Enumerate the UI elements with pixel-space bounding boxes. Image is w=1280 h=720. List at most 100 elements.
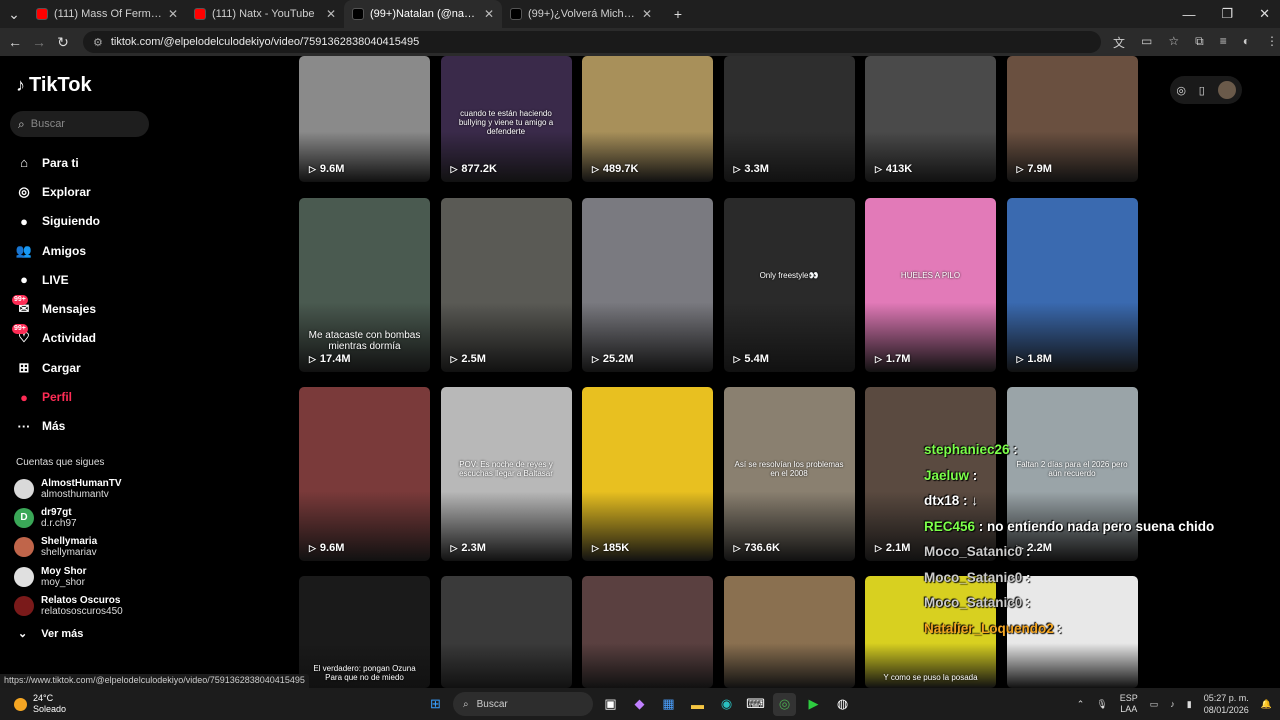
sidebar-item[interactable]: ⌂ Para ti [14,148,100,177]
tab-close-icon[interactable]: ✕ [168,7,178,21]
coins-icon[interactable]: ◎ [1176,84,1186,97]
view-count-value: 7.9M [1027,163,1052,175]
copilot-icon[interactable]: ◆ [628,693,651,716]
system-tray: ⌃ 🎙 ESP LAA ▭ ♪ ▮ 05:27 p. m. 08/01/2026… [1077,692,1272,716]
close-window-icon[interactable]: ✕ [1259,6,1270,22]
forward-icon[interactable]: → [27,34,51,50]
following-account[interactable]: Moy Shor moy_shor [14,562,123,591]
view-count: ▷ 1.8M [1017,353,1052,365]
view-count-value: 1.8M [1027,353,1052,365]
address-bar[interactable]: ⚙ tiktok.com/@elpelodelculodekiyo/video/… [83,31,1101,53]
video-card[interactable]: ▷ 489.7K [582,56,713,182]
microphone-icon[interactable]: 🎙 [1096,699,1107,710]
video-card[interactable]: Me atacaste con bombas mientras dormía ▷ 1… [299,198,430,372]
reload-icon[interactable]: ↻ [51,34,75,51]
video-card[interactable]: Only freestyle👀 ▷ 5.4M [723,198,855,372]
extensions-icon[interactable]: ⧉ [1195,34,1204,51]
video-card[interactable]: HUELES A PILO ▷ 1.7M [865,198,996,372]
minimize-icon[interactable]: — [1182,7,1195,22]
profile-icon[interactable]: ◐ [1243,34,1250,51]
tray-chevron-icon[interactable]: ⌃ [1077,699,1085,710]
video-card[interactable]: ▷ 7.9M [1006,56,1138,182]
weather-widget[interactable]: 24°C Soleado [14,693,66,715]
file-explorer-icon[interactable]: ▬ [686,693,709,716]
windows-start-icon[interactable]: ⊞ [424,693,447,716]
video-card[interactable] [723,576,855,688]
video-card[interactable]: ▷ 9.6M [299,387,430,561]
notifications-icon[interactable]: 🔔 [1261,699,1272,710]
language-indicator[interactable]: ESP LAA [1120,693,1138,715]
network-icon[interactable]: ▭ [1150,699,1159,710]
tiktok-logo[interactable]: ♪ TikTok [16,74,92,97]
tab-close-icon[interactable]: ✕ [642,7,652,21]
user-avatar[interactable] [1217,81,1236,99]
task-view-icon[interactable]: ▣ [599,693,622,716]
sidebar-item[interactable]: 👥 Amigos [14,236,100,265]
browser-tab[interactable]: (99+)¿Volverá Michu? - Perspe ✕ [502,0,660,28]
browser-tab[interactable]: (111) Mass Of Fermenting Dreg ✕ [28,0,186,28]
sidebar-item[interactable]: ··· Más [14,412,100,441]
video-card[interactable]: ▷ 9.6M [299,56,430,182]
sidebar-item[interactable]: ⊞ Cargar [14,353,100,382]
chevron-down-icon: ⌄ [18,628,28,640]
search-input[interactable]: ⌕ Buscar [10,111,149,137]
taskbar-apps: ⊞ ⌕ Buscar ▣ ◆ ▦ ▬ ◉ ⌨ ◎ ▶ ◍ [424,692,854,716]
taskbar-search[interactable]: ⌕ Buscar [453,692,593,716]
video-card[interactable]: ▷ 185K [582,387,713,561]
bookmark-star-icon[interactable]: ☆ [1168,34,1179,51]
translate-icon[interactable]: 文 [1113,34,1125,51]
reading-list-icon[interactable]: ≡ [1220,34,1227,51]
video-card[interactable]: ▷ 25.2M [582,198,713,372]
play-icon: ▷ [875,163,882,174]
edge-icon[interactable]: ◉ [715,693,738,716]
sidebar-item[interactable]: ◎ Explorar [14,177,100,206]
menu-dots-icon[interactable]: ⋮ [1266,34,1278,51]
video-card[interactable] [440,576,572,688]
sidebar-item[interactable]: ● Perfil [14,382,100,411]
video-card[interactable] [582,576,713,688]
sidebar-item-label: Explorar [42,184,91,199]
tab-search-chevron-icon[interactable]: ⌄ [0,6,28,23]
following-account[interactable]: AlmostHumanTV almosthumantv [14,474,123,503]
terminal-icon[interactable]: ⌨ [744,693,767,716]
restore-icon[interactable]: ❐ [1221,6,1233,22]
chrome-icon[interactable]: ◎ [773,692,796,716]
green-app-icon[interactable]: ▶ [802,693,825,716]
avatar [14,478,34,499]
tab-close-icon[interactable]: ✕ [326,7,336,21]
video-card[interactable]: ▷ 3.3M [723,56,855,182]
activity-icon: ♡ 99+ [12,324,30,346]
sidebar-item[interactable]: ● LIVE [14,265,100,294]
sidebar-item[interactable]: ● Siguiendo [14,207,100,236]
video-card[interactable]: ▷ 413K [865,56,996,182]
video-card[interactable]: ▷ 2.5M [440,198,572,372]
browser-tab[interactable]: (111) Natx - YouTube ✕ [186,0,344,28]
video-card[interactable]: cuando te están haciendo bullying y vien… [440,56,572,182]
site-info-icon[interactable]: ⚙ [93,36,103,49]
following-account[interactable]: D dr97gt d.r.ch97 [14,503,123,532]
video-card[interactable]: Así se resolvían los problemas en el 200… [723,387,855,561]
video-caption: Y como se puso la posada [883,673,978,682]
sidebar-item[interactable]: ✉ 99+ Mensajes [12,294,100,323]
video-card[interactable]: POV: Es noche de reyes y escuchas llegar… [440,387,572,561]
phone-icon[interactable]: ▯ [1199,84,1205,97]
battery-icon[interactable]: ▮ [1187,699,1192,710]
new-tab-button[interactable]: + [666,6,690,22]
see-more-button[interactable]: ⌄ Ver más [18,627,83,641]
chat-separator: : [975,518,988,534]
tab-close-icon[interactable]: ✕ [484,7,494,21]
sidebar-nav: ⌂ Para ti ◎ Explorar ● Siguiendo 👥 Amigos ● … [12,148,100,441]
clock[interactable]: 05:27 p. m. 08/01/2026 [1204,692,1249,716]
following-account[interactable]: Shellymaria shellymariav [14,533,123,562]
browser-tab[interactable]: (99+)Natalan (@natalanx) | Tik ✕ [344,0,502,28]
volume-icon[interactable]: ♪ [1170,699,1175,709]
video-card[interactable]: ▷ 1.8M [1006,198,1138,372]
store-icon[interactable]: ▦ [657,693,680,716]
back-icon[interactable]: ← [3,34,27,50]
cast-icon[interactable]: ▭ [1141,34,1152,51]
avatar [14,595,34,616]
obs-icon[interactable]: ◍ [831,693,854,716]
video-card[interactable]: El verdadero: pongan Ozuna Para que no d… [299,576,430,688]
sidebar-item[interactable]: ♡ 99+ Actividad [12,324,100,353]
following-account[interactable]: Relatos Oscuros relatososcuros450 [14,591,123,620]
